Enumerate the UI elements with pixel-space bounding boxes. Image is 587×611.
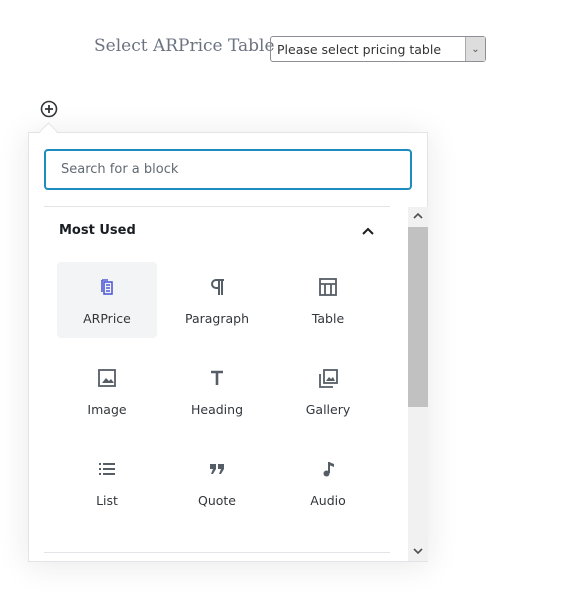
block-search-input[interactable]: [44, 149, 412, 190]
heading-icon: [211, 370, 223, 385]
pricing-table-select[interactable]: Please select pricing table ⌄: [270, 36, 486, 62]
block-item-audio[interactable]: Audio: [278, 444, 378, 520]
arprice-icon: [101, 279, 113, 295]
quote-icon: [210, 464, 224, 474]
gallery-icon: [319, 369, 338, 388]
add-block-icon[interactable]: [40, 100, 58, 118]
divider: [44, 552, 390, 553]
table-icon: [319, 278, 337, 296]
block-item-label: Heading: [190, 402, 243, 417]
paragraph-icon: [211, 279, 224, 295]
chevron-down-icon: ⌄: [465, 37, 485, 61]
audio-icon: [323, 462, 334, 477]
block-item-paragraph[interactable]: Paragraph: [167, 262, 267, 338]
chevron-up-icon[interactable]: [361, 224, 375, 238]
block-item-label: Gallery: [305, 402, 351, 417]
block-item-list[interactable]: List: [57, 444, 157, 520]
block-item-label: Quote: [197, 493, 236, 508]
block-item-quote[interactable]: Quote: [167, 444, 267, 520]
block-item-heading[interactable]: Heading: [167, 353, 267, 429]
block-item-gallery[interactable]: Gallery: [278, 353, 378, 429]
scrollbar-thumb[interactable]: [408, 227, 428, 407]
block-item-label: ARPrice: [83, 311, 131, 326]
image-icon: [98, 369, 116, 387]
scroll-down-icon[interactable]: [408, 542, 428, 560]
block-item-label: Image: [87, 402, 127, 417]
block-item-label: Table: [311, 311, 345, 326]
list-icon: [99, 463, 115, 475]
scroll-up-icon[interactable]: [408, 207, 428, 225]
select-arprice-label: Select ARPrice Table: [94, 36, 275, 56]
block-item-image[interactable]: Image: [57, 353, 157, 429]
select-value: Please select pricing table: [277, 41, 442, 57]
block-item-table[interactable]: Table: [278, 262, 378, 338]
block-item-label: List: [96, 493, 118, 508]
block-item-arprice[interactable]: ARPrice: [57, 262, 157, 338]
divider: [44, 206, 390, 207]
block-item-label: Audio: [310, 493, 346, 508]
most-used-title: Most Used: [59, 223, 136, 238]
block-item-label: Paragraph: [184, 311, 250, 326]
